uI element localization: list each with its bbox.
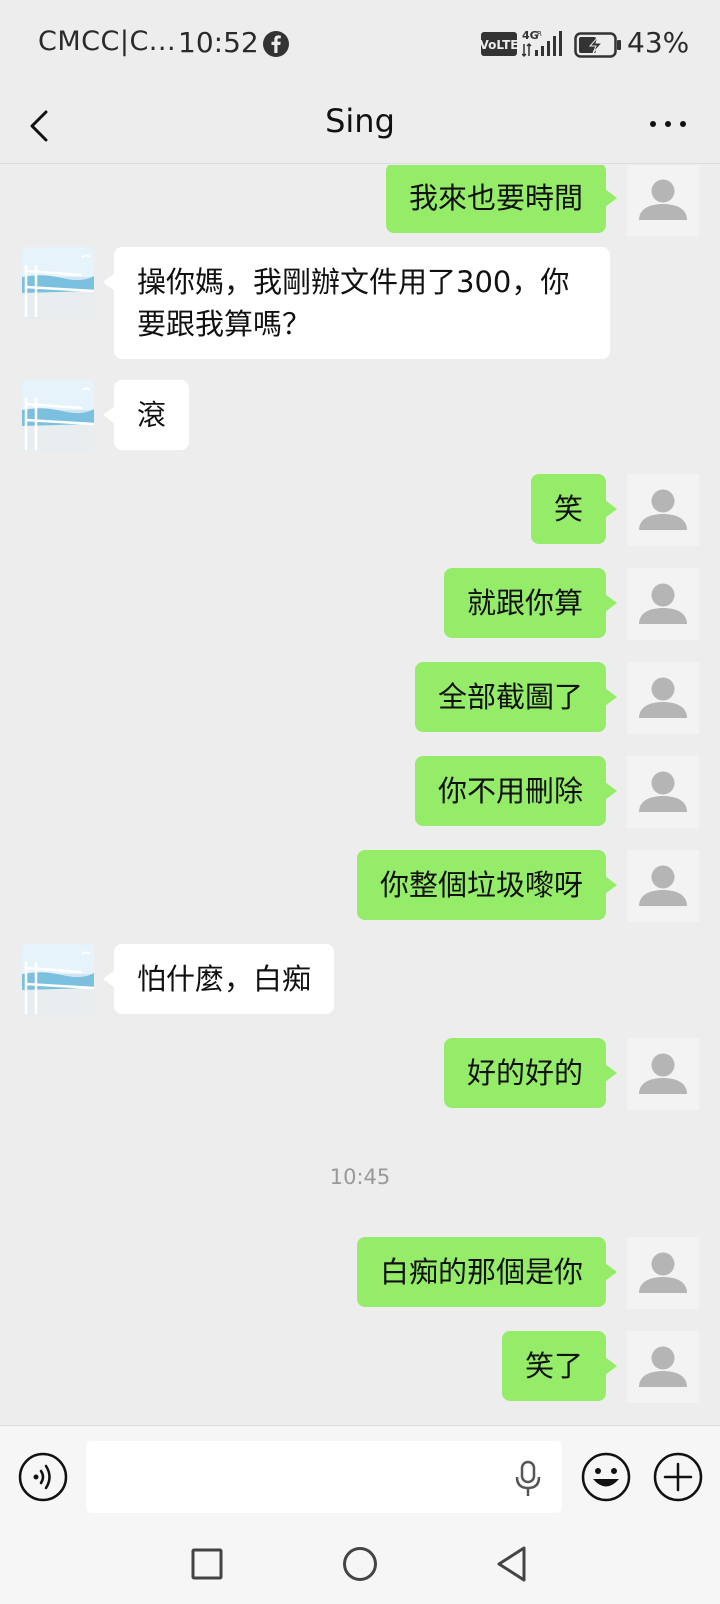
facebook-icon xyxy=(263,31,289,57)
message-text: 好的好的 xyxy=(466,1056,583,1090)
default-avatar-icon[interactable] xyxy=(627,568,699,640)
status-bar: CMCC|C... 10:52 VoLTE 4G R 43% xyxy=(0,0,720,88)
default-avatar-icon[interactable] xyxy=(627,1038,699,1110)
home-circle-icon[interactable] xyxy=(341,1545,379,1583)
default-avatar-icon[interactable] xyxy=(627,1237,699,1309)
default-avatar-icon[interactable] xyxy=(627,474,699,546)
outgoing-bubble[interactable]: 就跟你算 xyxy=(443,568,618,638)
message-text: 怕什麼，白痴 xyxy=(137,962,312,996)
battery-percentage: 43% xyxy=(627,26,690,59)
message-text: 白痴的那個是你 xyxy=(379,1255,583,1289)
incoming-bubble[interactable]: 操你媽，我剛辦文件用了300，你要跟我算嗎？ xyxy=(103,247,610,359)
contact-avatar[interactable] xyxy=(22,247,94,319)
system-nav-bar xyxy=(0,1527,720,1604)
outgoing-bubble[interactable]: 你整個垃圾嚟呀 xyxy=(356,850,618,920)
contact-avatar[interactable] xyxy=(22,944,94,1016)
outgoing-bubble[interactable]: 好的好的 xyxy=(443,1038,618,1108)
mic-icon[interactable] xyxy=(513,1460,543,1498)
volte-icon: VoLTE xyxy=(481,32,517,56)
message-text: 就跟你算 xyxy=(466,586,583,620)
outgoing-bubble[interactable]: 白痴的那個是你 xyxy=(356,1237,618,1307)
outgoing-bubble[interactable]: 全部截圖了 xyxy=(414,662,618,732)
default-avatar-icon[interactable] xyxy=(627,662,699,734)
incoming-bubble[interactable]: 滾 xyxy=(102,380,190,450)
message-text: 笑 xyxy=(553,492,583,526)
recents-square-icon[interactable] xyxy=(190,1547,224,1581)
message-timestamp: 10:45 xyxy=(329,1165,391,1189)
carrier-name: CMCC|C... xyxy=(38,26,177,57)
svg-text:R: R xyxy=(537,30,542,38)
status-time: 10:52 xyxy=(178,26,259,59)
incoming-bubble[interactable]: 怕什麼，白痴 xyxy=(102,944,335,1014)
message-input[interactable] xyxy=(86,1441,562,1513)
chat-header: Sing xyxy=(0,88,720,164)
message-text: 你整個垃圾嚟呀 xyxy=(379,868,583,902)
outgoing-bubble[interactable]: 笑 xyxy=(530,474,618,544)
contact-avatar[interactable] xyxy=(22,380,94,452)
message-text: 你不用刪除 xyxy=(437,774,583,808)
message-text: 操你媽，我剛辦文件用了300，你要跟我算嗎？ xyxy=(137,265,570,341)
svg-text:VoLTE: VoLTE xyxy=(481,38,517,52)
message-text: 全部截圖了 xyxy=(437,680,583,714)
default-avatar-icon[interactable] xyxy=(627,850,699,922)
signal-4g-icon: 4G R xyxy=(522,29,562,58)
default-avatar-icon[interactable] xyxy=(627,756,699,828)
emoji-icon[interactable] xyxy=(581,1452,631,1502)
message-text: 滾 xyxy=(137,398,167,432)
plus-icon[interactable] xyxy=(653,1452,703,1502)
outgoing-bubble[interactable]: 笑了 xyxy=(501,1331,618,1401)
back-triangle-icon[interactable] xyxy=(494,1544,530,1584)
message-list[interactable]: 我來也要時間 操你媽，我剛辦文件用了300，你要跟我算嗎？ 滾 笑 就跟你算 全… xyxy=(0,165,720,1425)
input-bar xyxy=(0,1425,720,1527)
ellipsis-icon[interactable] xyxy=(648,116,688,132)
voice-icon[interactable] xyxy=(18,1452,68,1502)
outgoing-bubble[interactable]: 你不用刪除 xyxy=(414,756,618,826)
outgoing-bubble[interactable]: 我來也要時間 xyxy=(385,165,618,233)
default-avatar-icon[interactable] xyxy=(627,1331,699,1403)
default-avatar-icon[interactable] xyxy=(627,165,699,236)
chat-title: Sing xyxy=(325,102,395,140)
message-text: 我來也要時間 xyxy=(408,181,583,215)
message-text: 笑了 xyxy=(524,1349,583,1383)
battery-icon xyxy=(574,32,621,58)
